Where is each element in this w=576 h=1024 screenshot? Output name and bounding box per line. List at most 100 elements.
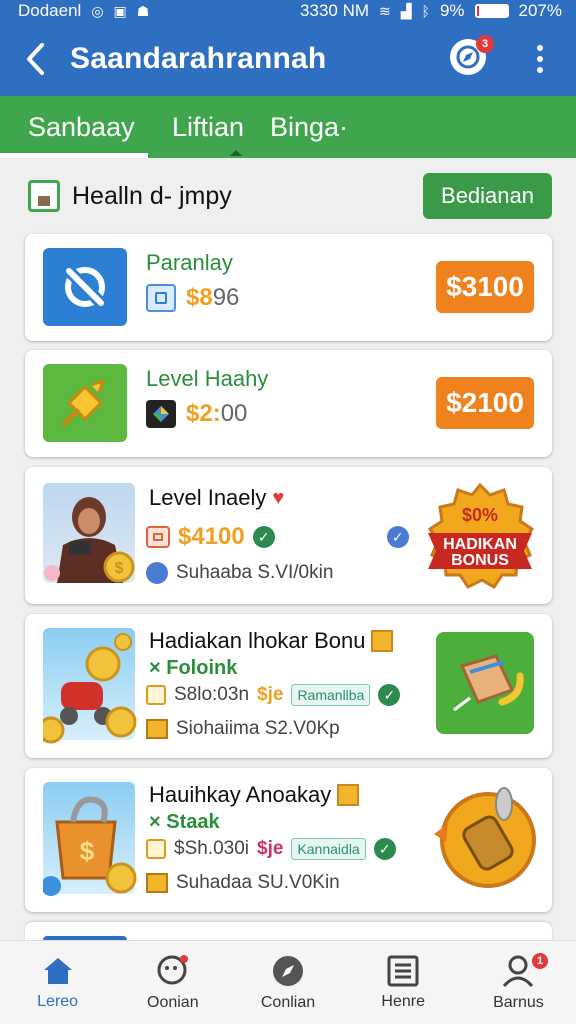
offer-price-row: $Sh.030i $je Kannaidla ✓ bbox=[146, 838, 396, 860]
offer-price: $8 bbox=[186, 284, 213, 311]
offer-price: $2: bbox=[186, 400, 221, 427]
status-extra: 207% bbox=[518, 1, 562, 20]
profile-icon bbox=[503, 955, 534, 987]
bonus-badge: $0% HADIKAN BONUS bbox=[424, 481, 536, 593]
tab-bar: Sanbaay Liftian Binga· bbox=[0, 96, 576, 158]
signal-icon: ▟ bbox=[400, 2, 412, 19]
wifi-icon: ≋ bbox=[379, 2, 391, 19]
verified-check-icon: ✓ bbox=[373, 838, 396, 860]
nav-item-home[interactable]: Lereo bbox=[0, 941, 115, 1024]
offer-meta-row: Siohaiima S2.V0Kp bbox=[146, 718, 340, 740]
home-icon bbox=[43, 957, 72, 984]
offer-meta: Suhadaa SU.V0Kin bbox=[176, 872, 340, 893]
offer-thumbnail bbox=[43, 248, 127, 326]
badge-line-1: HADIKAN bbox=[443, 536, 517, 553]
tab-sanbaay[interactable]: Sanbaay bbox=[0, 96, 150, 158]
box-icon bbox=[146, 719, 168, 739]
back-button[interactable] bbox=[0, 42, 70, 76]
offer-price-suffix: 00 bbox=[220, 400, 248, 427]
gift-icon bbox=[371, 630, 394, 652]
offer-price-row: $896 bbox=[146, 284, 239, 312]
smile-icon bbox=[146, 562, 168, 584]
person-photo: $ bbox=[43, 483, 135, 583]
status-bar: Dodaenl ◎ ▣ ☗ 3330 NM ≋ ▟ ᛒ 9% 207% bbox=[0, 0, 576, 22]
nav-label: Henre bbox=[381, 992, 425, 1010]
offer-card-3[interactable]: $ Level Inaely ♥ $4100 ✓ ✓ Suhaaba S.VI/… bbox=[25, 467, 552, 604]
offer-price-row: $2:00 bbox=[146, 400, 247, 428]
notification-button[interactable]: 3 bbox=[450, 35, 494, 79]
buy-button[interactable]: $2100 bbox=[436, 377, 534, 429]
nav-item-list[interactable]: Henre bbox=[346, 941, 461, 1024]
nav-label: Barnus bbox=[493, 993, 544, 1011]
page-title: Saandarahrannah bbox=[70, 42, 327, 75]
notification-badge: 3 bbox=[476, 35, 494, 53]
tab-liftian[interactable]: Liftian bbox=[150, 96, 270, 158]
nav-item-chat[interactable]: Oonian bbox=[115, 941, 230, 1024]
offer-card-5[interactable]: $ Hauihkay Anoakay × Staak $Sh.030i $je … bbox=[25, 768, 552, 912]
sale-price: $je bbox=[257, 684, 284, 705]
no-sync-icon bbox=[62, 264, 108, 310]
offer-name: Level Haahy bbox=[146, 366, 269, 391]
offer-card-2[interactable]: Level Haahy $2:00 $2100 bbox=[25, 350, 552, 457]
offer-name: Hauihkay Anoakay bbox=[149, 782, 360, 808]
wallet-icon bbox=[146, 284, 176, 312]
tab-caret-icon bbox=[230, 150, 242, 156]
carrier-label: Dodaenl bbox=[18, 1, 82, 20]
bottom-nav: Lereo Oonian Conlian Henre Barnus 1 bbox=[0, 940, 576, 1024]
offer-name: Paranlay bbox=[146, 250, 233, 275]
heart-icon: ♥ bbox=[272, 486, 285, 509]
nav-label: Lereo bbox=[37, 992, 79, 1010]
offer-meta: Siohaiima S2.V0Kp bbox=[176, 718, 340, 739]
clock: 3330 NM bbox=[300, 1, 370, 20]
offer-card-4[interactable]: Hadiakan lhokar Bonu × Foloink S8lo:03n … bbox=[25, 614, 552, 758]
no-entry-icon bbox=[146, 685, 166, 705]
nav-label: Conlian bbox=[260, 993, 316, 1011]
badge-line-2: BONUS bbox=[451, 552, 509, 569]
tab-binga[interactable]: Binga· bbox=[270, 96, 348, 158]
offer-meta-row: Suhaaba S.VI/0kin bbox=[146, 562, 333, 584]
nav-item-profile[interactable]: Barnus 1 bbox=[461, 941, 576, 1024]
verified-check-icon: ✓ bbox=[378, 684, 401, 706]
no-entry-icon bbox=[146, 839, 166, 859]
offer-price-row: $4100 ✓ ✓ bbox=[146, 523, 409, 551]
offer-tag: Kannaidla bbox=[291, 838, 366, 860]
section-header: Healln d- jmpy Bedianan bbox=[28, 172, 552, 220]
message-icon: ▣ bbox=[113, 2, 127, 19]
offer-subtitle: × Foloink bbox=[149, 657, 238, 679]
offer-name: Hadiakan lhokar Bonu bbox=[149, 628, 394, 654]
app-bar: Saandarahrannah 3 bbox=[0, 22, 576, 96]
svg-text:$: $ bbox=[115, 560, 124, 577]
offer-thumbnail bbox=[37, 628, 137, 744]
offer-thumbnail bbox=[43, 364, 127, 442]
offer-card-1[interactable]: Paranlay $896 $3100 bbox=[25, 234, 552, 341]
list-icon bbox=[387, 955, 419, 986]
offer-meta-row: Suhadaa SU.V0Kin bbox=[146, 872, 340, 894]
more-menu-icon[interactable] bbox=[520, 45, 560, 73]
offer-price: $Sh.030i bbox=[174, 838, 250, 859]
bluetooth-icon: ᛒ bbox=[421, 3, 430, 19]
gem-icon bbox=[146, 400, 176, 428]
verified-blue-icon: ✓ bbox=[386, 526, 409, 548]
tools-icon bbox=[436, 632, 534, 734]
buy-button[interactable]: $3100 bbox=[436, 261, 534, 313]
offer-price-suffix: 96 bbox=[212, 284, 240, 311]
battery-percent: 9% bbox=[439, 1, 465, 20]
offer-price: $4100 bbox=[178, 523, 245, 550]
box-icon bbox=[146, 873, 168, 893]
circle-icon: ◎ bbox=[91, 2, 104, 19]
offer-subtitle: × Staak bbox=[149, 811, 220, 833]
offer-name: Level Inaely ♥ bbox=[149, 485, 285, 510]
badge-percent: $0% bbox=[462, 505, 498, 525]
gift-icon bbox=[337, 784, 360, 806]
section-action-button[interactable]: Bedianan bbox=[423, 173, 552, 219]
nav-label: Oonian bbox=[147, 993, 199, 1011]
nav-item-explore[interactable]: Conlian bbox=[230, 941, 345, 1024]
compass-icon bbox=[273, 955, 303, 986]
image-icon bbox=[28, 180, 60, 212]
chat-icon bbox=[157, 954, 188, 984]
offer-meta: Suhaaba S.VI/0kin bbox=[176, 562, 334, 583]
sale-price: $je bbox=[257, 838, 284, 859]
ticket-icon bbox=[146, 526, 170, 548]
offer-tag: Ramanllba bbox=[291, 684, 371, 706]
coin-can-icon bbox=[426, 780, 542, 888]
